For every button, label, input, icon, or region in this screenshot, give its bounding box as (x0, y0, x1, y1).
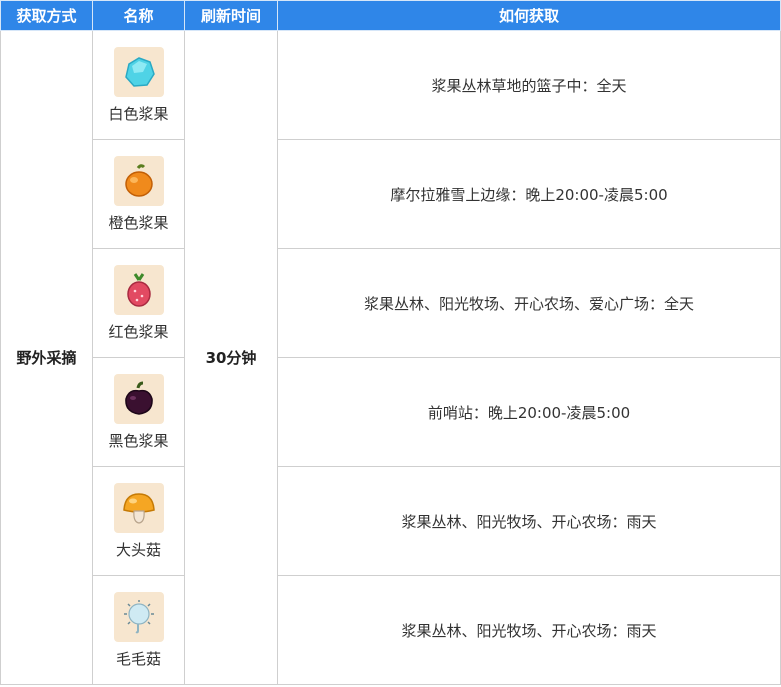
item-name: 红色浆果 (108, 322, 169, 341)
item-cell: 白色浆果 (92, 30, 185, 140)
item-name: 橙色浆果 (108, 213, 169, 232)
item-name: 大头菇 (115, 540, 161, 559)
method-cell: 野外采摘 (0, 30, 93, 685)
refresh-cell: 30分钟 (184, 30, 278, 685)
header-how: 如何获取 (277, 0, 781, 31)
table-header-row: 获取方式 名称 刷新时间 如何获取 (0, 0, 781, 31)
how-cell: 浆果丛林、阳光牧场、开心农场：雨天 (277, 466, 781, 576)
big-head-mushroom-icon (113, 482, 164, 533)
how-cell: 浆果丛林、阳光牧场、开心农场、爱心广场：全天 (277, 248, 781, 358)
item-name: 白色浆果 (108, 104, 169, 123)
item-cell: 大头菇 (92, 466, 185, 576)
table-row: 红色浆果 浆果丛林、阳光牧场、开心农场、爱心广场：全天 (1, 248, 781, 358)
red-berry-icon (113, 264, 164, 315)
how-cell: 摩尔拉雅雪上边缘：晚上20:00-凌晨5:00 (277, 139, 781, 249)
berry-acquisition-table: 获取方式 名称 刷新时间 如何获取 野外采摘 白色浆果 30分钟 浆果丛林草地的… (0, 0, 781, 685)
how-cell: 前哨站：晚上20:00-凌晨5:00 (277, 357, 781, 467)
table-row: 毛毛菇 浆果丛林、阳光牧场、开心农场：雨天 (1, 575, 781, 685)
header-refresh: 刷新时间 (184, 0, 278, 31)
item-name: 毛毛菇 (115, 649, 161, 668)
orange-berry-icon (113, 155, 164, 206)
black-berry-icon (113, 373, 164, 424)
how-cell: 浆果丛林、阳光牧场、开心农场：雨天 (277, 575, 781, 685)
item-cell: 黑色浆果 (92, 357, 185, 467)
header-method: 获取方式 (0, 0, 93, 31)
fuzzy-mushroom-icon (113, 591, 164, 642)
white-berry-icon (113, 46, 164, 97)
table-row: 大头菇 浆果丛林、阳光牧场、开心农场：雨天 (1, 466, 781, 576)
item-cell: 橙色浆果 (92, 139, 185, 249)
how-cell: 浆果丛林草地的篮子中：全天 (277, 30, 781, 140)
item-name: 黑色浆果 (108, 431, 169, 450)
table-row: 橙色浆果 摩尔拉雅雪上边缘：晚上20:00-凌晨5:00 (1, 139, 781, 249)
header-name: 名称 (92, 0, 185, 31)
table-row: 野外采摘 白色浆果 30分钟 浆果丛林草地的篮子中：全天 (0, 30, 781, 685)
table-row: 黑色浆果 前哨站：晚上20:00-凌晨5:00 (1, 357, 781, 467)
item-cell: 毛毛菇 (92, 575, 185, 685)
item-cell: 红色浆果 (92, 248, 185, 358)
